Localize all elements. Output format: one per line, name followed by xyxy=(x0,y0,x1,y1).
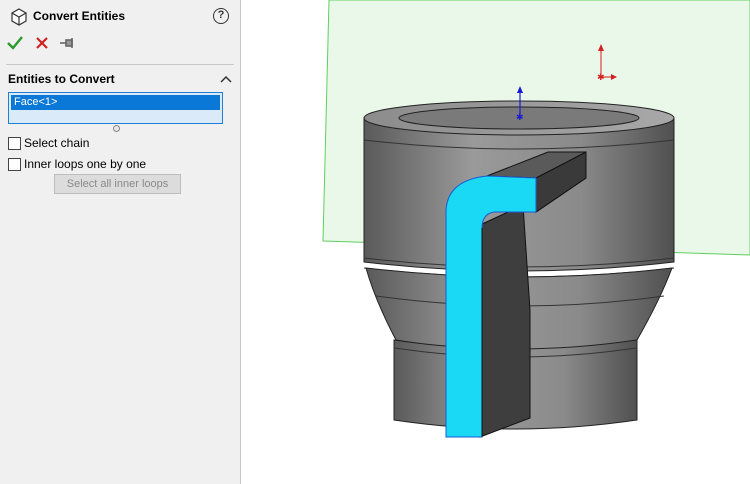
help-icon[interactable]: ? xyxy=(213,8,229,24)
select-chain-label: Select chain xyxy=(24,136,90,150)
entities-listbox[interactable]: Face<1> xyxy=(8,92,223,124)
svg-text:✱: ✱ xyxy=(597,73,605,83)
svg-text:✱: ✱ xyxy=(516,113,524,123)
feature-title: Convert Entities xyxy=(33,9,126,23)
inner-loops-label: Inner loops one by one xyxy=(24,157,147,171)
inner-loops-checkbox[interactable] xyxy=(8,158,21,171)
listbox-resize-handle[interactable] xyxy=(113,125,120,132)
divider xyxy=(6,64,234,65)
list-item[interactable]: Face<1> xyxy=(11,95,220,110)
chevron-up-icon[interactable] xyxy=(219,72,233,86)
property-manager-panel: Convert Entities ? Entities to Convert F… xyxy=(0,0,241,484)
check-icon xyxy=(7,36,23,50)
inner-loops-option[interactable]: Inner loops one by one xyxy=(8,157,228,173)
section-header[interactable]: Entities to Convert xyxy=(8,72,233,88)
action-buttons xyxy=(6,34,126,52)
select-all-inner-loops-button[interactable]: Select all inner loops xyxy=(54,174,181,194)
select-chain-checkbox[interactable] xyxy=(8,137,21,150)
model-view: ✱ ✱ xyxy=(322,0,750,438)
pin-button[interactable] xyxy=(58,34,76,52)
cube-icon xyxy=(11,8,27,26)
section-title: Entities to Convert xyxy=(8,72,115,86)
ok-button[interactable] xyxy=(6,34,24,52)
select-chain-option[interactable]: Select chain xyxy=(8,136,228,152)
handle-side[interactable] xyxy=(479,204,531,438)
pushpin-icon xyxy=(60,38,73,48)
graphics-area[interactable]: ✱ ✱ xyxy=(241,0,750,484)
feature-title-row: Convert Entities ? xyxy=(8,7,233,27)
cancel-button[interactable] xyxy=(33,34,51,52)
close-icon xyxy=(36,37,48,49)
